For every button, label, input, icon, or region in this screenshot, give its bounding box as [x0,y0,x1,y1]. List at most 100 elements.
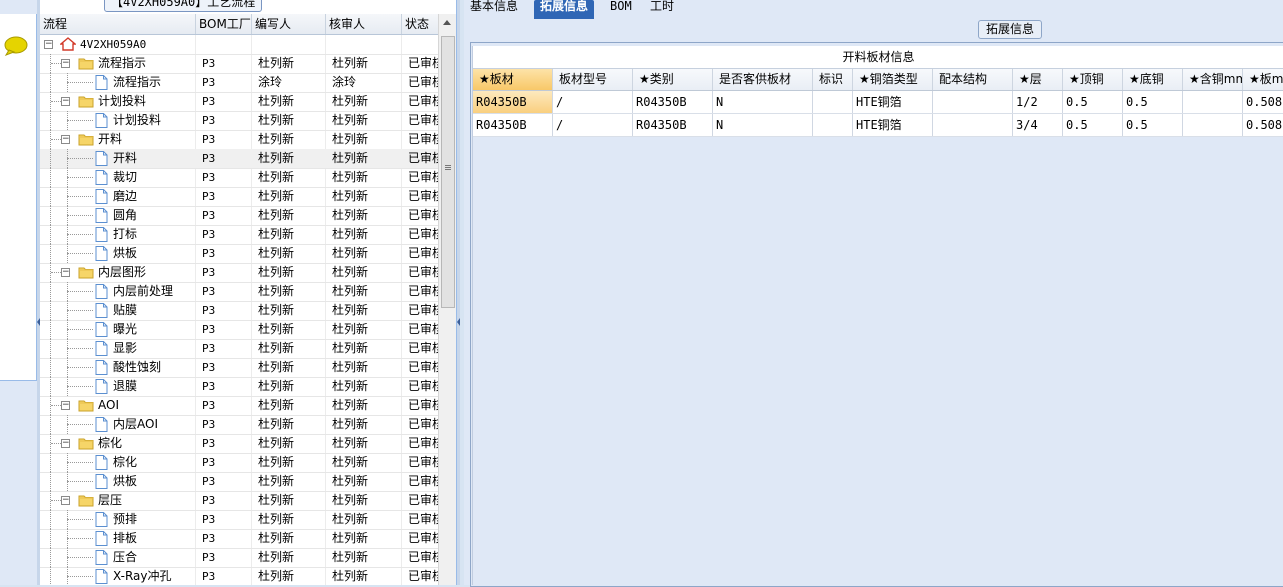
tree-node-label: 流程指示 [98,56,147,70]
grid-cell[interactable]: 0.5 [1063,114,1123,136]
grid-column-header[interactable]: ★层 [1013,69,1063,90]
grid-cell[interactable]: HTE铜箔 [853,114,933,136]
grid-cell[interactable]: 1/2 [1013,91,1063,113]
grid-column-header[interactable]: ★类别 [633,69,713,90]
tree-col-status[interactable]: 状态 [402,14,440,34]
grid-cell[interactable] [933,114,1013,136]
tree-row[interactable]: 排板 P3 杜列新 杜列新 已审核 [40,529,438,549]
tree-folder-row[interactable]: − 内层图形 P3 杜列新 杜列新 已审核 [40,263,438,283]
grid-cell[interactable]: HTE铜箔 [853,91,933,113]
grid-cell[interactable] [813,91,853,113]
tree-row[interactable]: 酸性蚀刻 P3 杜列新 杜列新 已审核 [40,358,438,378]
folder-icon [78,56,94,73]
tree-folder-row[interactable]: − 流程指示 P3 杜列新 杜列新 已审核 [40,54,438,74]
tree-folder-row[interactable]: − 计划投料 P3 杜列新 杜列新 已审核 [40,92,438,112]
tree-row[interactable]: 圆角 P3 杜列新 杜列新 已审核 [40,206,438,226]
tree-row[interactable]: 开料 P3 杜列新 杜列新 已审核 [40,149,438,169]
tree-col-reviewer[interactable]: 核审人 [326,14,402,34]
collapse-node-icon[interactable]: − [44,40,53,49]
tree-row[interactable]: 压合 P3 杜列新 杜列新 已审核 [40,548,438,568]
grid-cell[interactable]: / [553,114,633,136]
collapse-node-icon[interactable]: − [61,268,70,277]
grid-column-header[interactable]: 板材型号 [553,69,633,90]
grid-column-header[interactable]: ★板mm [1243,69,1283,90]
grid-column-header[interactable]: 标识 [813,69,853,90]
grid-header: ★板材 板材型号 ★类别 是否客供板材 标识 ★铜箔类型 配本结构 ★层 ★顶铜 ★底铜 ★含铜mm… [473,69,1283,91]
tree-guide-line [67,329,93,330]
grid-cell[interactable]: R04350B [473,91,553,113]
grid-column-header[interactable]: 配本结构 [933,69,1013,90]
tree-row[interactable]: 裁切 P3 杜列新 杜列新 已审核 [40,168,438,188]
tree-row[interactable]: X-Ray冲孔 P3 杜列新 杜列新 已审核 [40,567,438,585]
tree-row[interactable]: 计划投料 P3 杜列新 杜列新 已审核 [40,111,438,131]
tree-folder-row[interactable]: − AOI P3 杜列新 杜列新 已审核 [40,396,438,416]
tree-folder-row[interactable]: − 棕化 P3 杜列新 杜列新 已审核 [40,434,438,454]
tree-guide-line [50,377,51,396]
grid-cell[interactable]: 0.508 [1243,91,1283,113]
tree-row[interactable]: 流程指示 P3 涂玲 涂玲 已审核 [40,73,438,93]
tree-guide-line [67,291,93,292]
collapse-node-icon[interactable]: − [61,135,70,144]
tree-scrollbar[interactable] [438,14,456,585]
grid-cell[interactable]: N [713,114,813,136]
tree-row[interactable]: 贴膜 P3 杜列新 杜列新 已审核 [40,301,438,321]
grid-cell[interactable]: 3/4 [1013,114,1063,136]
grid-column-header[interactable]: 是否客供板材 [713,69,813,90]
grid-column-header[interactable]: ★板材 [473,69,553,90]
grid-cell[interactable]: 0.508 [1243,114,1283,136]
grid-cell[interactable] [933,91,1013,113]
grid-cell[interactable]: / [553,91,633,113]
collapse-node-icon[interactable]: − [61,401,70,410]
grid-row[interactable]: R04350B / R04350B N HTE铜箔 1/2 0.5 0.5 0.508 [473,91,1283,114]
collapse-node-icon[interactable]: − [61,97,70,106]
tree-panel-tab[interactable]: 【4V2XH059A0】工艺流程 [104,0,263,12]
grid-cell[interactable]: 0.5 [1123,91,1183,113]
tab-basic-info[interactable]: 基本信息 [464,0,524,18]
tree-folder-row[interactable]: − 层压 P3 杜列新 杜列新 已审核 [40,491,438,511]
collapse-tree-icon[interactable] [457,318,460,326]
grid-cell[interactable]: 0.5 [1123,114,1183,136]
grid-cell[interactable] [1183,114,1243,136]
tree-folder-row[interactable]: − 开料 P3 杜列新 杜列新 已审核 [40,130,438,150]
tree-row[interactable]: 曝光 P3 杜列新 杜列新 已审核 [40,320,438,340]
tree-row[interactable]: 打标 P3 杜列新 杜列新 已审核 [40,225,438,245]
grid-cell[interactable]: R04350B [633,91,713,113]
tree-col-bom[interactable]: BOM工厂 [196,14,252,34]
tree-col-writer[interactable]: 编写人 [252,14,326,34]
tab-extended-info[interactable]: 拓展信息 [534,0,595,19]
tree-row[interactable]: 内层前处理 P3 杜列新 杜列新 已审核 [40,282,438,302]
scroll-up-icon[interactable] [443,20,451,25]
grid-column-header[interactable]: ★铜箔类型 [853,69,933,90]
collapse-node-icon[interactable]: − [61,496,70,505]
grid-column-header[interactable]: ★顶铜 [1063,69,1123,90]
tree-row[interactable]: 烘板 P3 杜列新 杜列新 已审核 [40,244,438,264]
grid-column-header[interactable]: ★含铜mm [1183,69,1243,90]
bom-cell: P3 [202,323,216,336]
tree-guide-line [50,244,51,263]
collapse-node-icon[interactable]: − [61,439,70,448]
chat-bubble-icon[interactable] [4,36,28,56]
tree-row[interactable]: 预排 P3 杜列新 杜列新 已审核 [40,510,438,530]
tree-root-row[interactable]: − 4V2XH059A0 [40,35,438,55]
grid-row[interactable]: R04350B / R04350B N HTE铜箔 3/4 0.5 0.5 0.508 [473,114,1283,137]
middle-splitter[interactable] [457,0,460,585]
grid-cell[interactable] [1183,91,1243,113]
tree-row[interactable]: 棕化 P3 杜列新 杜列新 已审核 [40,453,438,473]
collapse-node-icon[interactable]: − [61,59,70,68]
tree-row[interactable]: 烘板 P3 杜列新 杜列新 已审核 [40,472,438,492]
tab-labor-hours[interactable]: 工时 [644,0,680,18]
grid-column-header[interactable]: ★底铜 [1123,69,1183,90]
grid-cell[interactable]: 0.5 [1063,91,1123,113]
grid-cell[interactable]: N [713,91,813,113]
tree-col-flow[interactable]: 流程 [40,14,196,34]
grid-cell[interactable]: R04350B [473,114,553,136]
tree-row[interactable]: 磨边 P3 杜列新 杜列新 已审核 [40,187,438,207]
grid-title: 开料板材信息 [473,46,1283,69]
tree-row[interactable]: 显影 P3 杜列新 杜列新 已审核 [40,339,438,359]
tab-bom[interactable]: BOM [604,0,638,18]
tree-row[interactable]: 退膜 P3 杜列新 杜列新 已审核 [40,377,438,397]
grid-cell[interactable] [813,114,853,136]
scroll-thumb[interactable] [441,36,455,308]
tree-row[interactable]: 内层AOI P3 杜列新 杜列新 已审核 [40,415,438,435]
grid-cell[interactable]: R04350B [633,114,713,136]
